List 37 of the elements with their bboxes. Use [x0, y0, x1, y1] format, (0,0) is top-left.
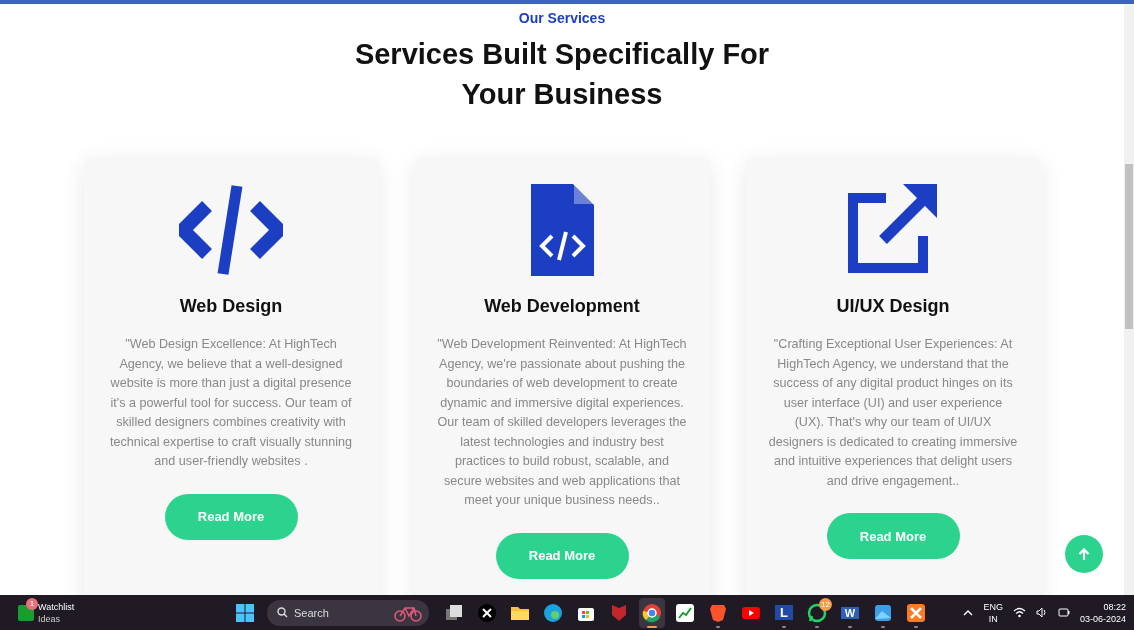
app-icon-button[interactable]: W — [837, 597, 863, 628]
card-description: "Web Design Excellence: At HighTech Agency, we believe that a well-designed website is more than just a digital presence it's a powerful tool for success. Our team of skilled designers combines creativity with technical expertise to craft visually stunning and user-friendly websites . — [108, 336, 354, 470]
card-description: "Web Development Reinvented: At HighTech Agency, we're passionate about pushing the boundaries of web development to create dynamic and immersive digital experiences. Our team of skilled developers leverages the latest technologies and industry best practices to build robust, scalable, and secure websites and web applications that meet your unique business needs.. — [436, 336, 688, 509]
clock-date: 03-06-2024 — [1079, 612, 1126, 625]
search-icon — [277, 607, 288, 618]
read-more-button[interactable]: Read More — [164, 493, 298, 540]
wifi-icon[interactable] — [1012, 607, 1026, 618]
read-more-button[interactable]: Read More — [495, 532, 629, 579]
battery-icon[interactable] — [1057, 607, 1070, 618]
shield-icon — [609, 602, 629, 623]
chart-icon — [675, 602, 695, 623]
card-description: "Crafting Exceptional User Experiences: At HighTech Agency, we understand that the success of any digital product hinges on its user interface (UI) and user experience (UX). That's why our team of UI/UX designers is dedicated to creating immersive and intuitive experiences that delight users and drive engagement.. — [767, 336, 1019, 490]
chevron-up-icon[interactable] — [963, 609, 974, 616]
section-title: Services Built Specifically For Your Business — [354, 37, 770, 112]
photos-icon — [873, 602, 893, 623]
taskbar-app-button[interactable] — [639, 597, 665, 628]
scrollbar[interactable] — [1124, 4, 1134, 595]
taskbar-app-button[interactable]: 12 — [804, 597, 830, 628]
widget-title: Watchlist — [38, 600, 75, 613]
start-icon[interactable] — [235, 602, 255, 623]
language-code: ENG — [983, 600, 1003, 613]
app-icon-button[interactable]: L — [771, 597, 797, 628]
notification-badge: 1 — [26, 597, 38, 610]
section-eyebrow: Our Services — [518, 10, 606, 26]
card-title: UI/UX Design — [836, 296, 950, 317]
notification-badge: 12 — [819, 597, 832, 611]
watchlist-widget[interactable]: 1 Watchlist Ideas — [18, 600, 218, 625]
code-icon — [179, 184, 283, 276]
card-title: Web Design — [179, 296, 283, 317]
read-more-button[interactable]: Read More — [826, 513, 960, 559]
region-code: IN — [988, 612, 998, 625]
search-field[interactable]: Search — [267, 599, 429, 626]
clock-time: 08:22 — [1103, 600, 1126, 613]
widget-subtitle: Ideas — [38, 612, 62, 625]
speaker-icon[interactable] — [1035, 607, 1048, 618]
up-arrow-icon — [1078, 547, 1090, 561]
card-title: Web Development — [484, 296, 640, 317]
